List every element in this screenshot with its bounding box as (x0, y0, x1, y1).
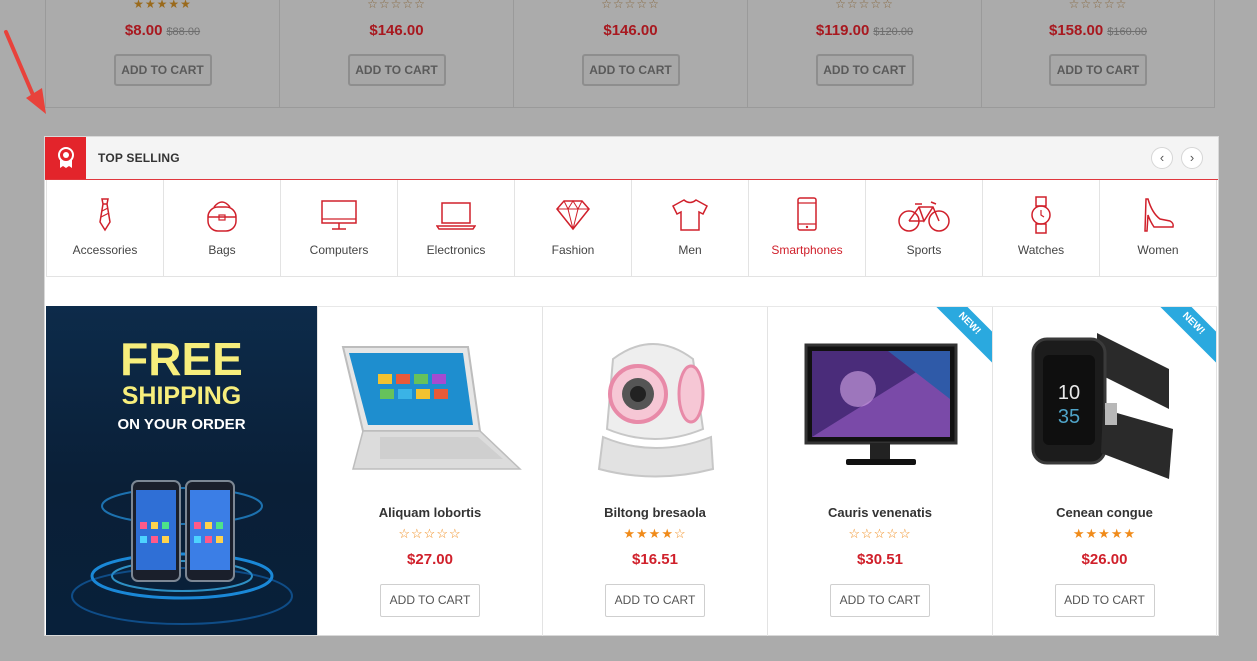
top-product-card: ★★★★★ $8.00 $88.00 ADD TO CART (45, 0, 279, 108)
category-tabs: Accessories Bags Computers Electronics F… (46, 180, 1217, 277)
tie-icon (99, 198, 111, 232)
smartwatch-product-image[interactable]: 10 35 (993, 319, 1217, 489)
price: $119.00 $120.00 (748, 22, 981, 39)
old-price: $160.00 (1107, 26, 1147, 38)
category-tab-bags[interactable]: Bags (164, 180, 281, 276)
category-label: Accessories (72, 243, 138, 257)
price: $146.00 (514, 22, 747, 39)
category-tab-watches[interactable]: Watches (983, 180, 1100, 276)
price: $146.00 (280, 22, 513, 39)
category-label: Electronics (426, 243, 486, 257)
category-label: Smartphones (771, 243, 843, 257)
product-price: $30.51 (857, 551, 903, 568)
add-to-cart-button[interactable]: ADD TO CART (380, 584, 480, 617)
annotation-arrow-icon (4, 30, 46, 114)
current-price: $146.00 (603, 22, 658, 39)
category-label: Men (678, 243, 702, 257)
banner-subheadline: SHIPPING (121, 382, 242, 410)
category-label: Sports (906, 243, 942, 257)
add-to-cart-button[interactable]: ADD TO CART (1049, 54, 1147, 86)
product-name[interactable]: Biltong bresaola (543, 505, 767, 520)
top-product-card: ☆☆☆☆☆ $119.00 $120.00 ADD TO CART (747, 0, 981, 108)
top-selling-module: TOP SELLING ‹ › Accessories Bags Compute… (44, 136, 1219, 636)
price: $8.00 $88.00 (46, 22, 279, 39)
add-to-cart-button[interactable]: ADD TO CART (605, 584, 705, 617)
category-tab-accessories[interactable]: Accessories (46, 180, 164, 276)
top-product-card: ☆☆☆☆☆ $146.00 ADD TO CART (513, 0, 747, 108)
rating-stars: ★★★★★ (1072, 526, 1137, 541)
smartphones-hologram-image (71, 480, 293, 625)
laptop-product-image[interactable] (318, 319, 542, 489)
product-name[interactable]: Cauris venenatis (768, 505, 992, 520)
diamond-icon (556, 200, 590, 231)
banner-headline: FREE (120, 333, 243, 385)
category-label: Bags (208, 243, 236, 257)
next-arrow-button[interactable]: › (1181, 147, 1203, 169)
top-product-card: ☆☆☆☆☆ $158.00 $160.00 ADD TO CART (981, 0, 1215, 108)
rating-stars: ★★★★★ (133, 0, 192, 11)
product-price: $27.00 (407, 551, 453, 568)
category-tab-women[interactable]: Women (1100, 180, 1217, 276)
old-price: $120.00 (873, 26, 914, 38)
rating-stars: ☆☆☆☆☆ (835, 0, 894, 11)
watch-minute-text: 35 (1058, 406, 1080, 428)
top-product-card: ☆☆☆☆☆ $146.00 ADD TO CART (279, 0, 513, 108)
product-grid: Aliquam lobortis ☆☆☆☆☆ $27.00 ADD TO CAR… (317, 306, 1217, 636)
banner-tagline: ON YOUR ORDER (117, 416, 246, 433)
watch-hour-text: 10 (1058, 382, 1080, 404)
prev-arrow-button[interactable]: ‹ (1151, 147, 1173, 169)
camera-product-image[interactable] (543, 319, 767, 489)
add-to-cart-button[interactable]: ADD TO CART (815, 54, 914, 86)
category-tab-sports[interactable]: Sports (866, 180, 983, 276)
bicycle-icon (898, 201, 950, 232)
current-price: $158.00 (1049, 22, 1104, 39)
current-price: $146.00 (369, 22, 424, 39)
add-to-cart-button[interactable]: ADD TO CART (113, 54, 212, 86)
rating-stars: ☆☆☆☆☆ (398, 526, 462, 541)
price: $158.00 $160.00 (982, 22, 1214, 39)
category-tab-men[interactable]: Men (632, 180, 749, 276)
category-label: Watches (1017, 243, 1065, 257)
add-to-cart-button[interactable]: ADD TO CART (347, 54, 446, 86)
category-label: Women (1137, 243, 1179, 257)
module-header: TOP SELLING ‹ › (45, 137, 1218, 180)
add-to-cart-button[interactable]: ADD TO CART (1054, 584, 1155, 617)
category-tab-smartphones[interactable]: Smartphones (749, 180, 866, 276)
bag-icon (207, 201, 237, 232)
tshirt-icon (672, 199, 708, 231)
product-price: $16.51 (632, 551, 678, 568)
product-name[interactable]: Aliquam lobortis (318, 505, 542, 520)
free-shipping-banner[interactable]: FREE SHIPPING ON YOUR ORDER (46, 306, 317, 635)
old-price: $88.00 (166, 26, 201, 38)
product-name[interactable]: Cenean congue (993, 505, 1216, 520)
monitor-product-image[interactable] (768, 319, 992, 489)
smartphone-icon (797, 197, 817, 231)
rating-stars: ★★★★☆ (623, 526, 687, 541)
monitor-icon (321, 200, 357, 230)
current-price: $8.00 (124, 22, 163, 39)
add-to-cart-button[interactable]: ADD TO CART (581, 54, 680, 86)
add-to-cart-button[interactable]: ADD TO CART (830, 584, 930, 617)
rating-stars: ☆☆☆☆☆ (601, 0, 660, 11)
product-card: NEW! 10 35 Cenean congue ★★★★★ $26.00 AD… (992, 307, 1217, 636)
top-product-row: ★★★★★ $8.00 $88.00 ADD TO CART ☆☆☆☆☆ $146… (45, 0, 1215, 108)
rating-stars: ☆☆☆☆☆ (1068, 0, 1128, 11)
current-price: $119.00 (815, 22, 870, 39)
product-price: $26.00 (1081, 551, 1128, 568)
category-label: Fashion (551, 243, 595, 257)
category-label: Computers (309, 243, 369, 257)
award-badge-icon (45, 137, 86, 179)
high-heel-icon (1144, 198, 1174, 232)
category-tab-electronics[interactable]: Electronics (398, 180, 515, 276)
rating-stars: ☆☆☆☆☆ (848, 526, 912, 541)
laptop-icon (436, 202, 476, 230)
rating-stars: ☆☆☆☆☆ (367, 0, 426, 11)
product-card: Biltong bresaola ★★★★☆ $16.51 ADD TO CAR… (542, 307, 767, 636)
module-title: TOP SELLING (98, 151, 180, 165)
product-card: NEW! Cauris venenatis ☆☆☆☆☆ $30.51 ADD T… (767, 307, 992, 636)
category-tab-fashion[interactable]: Fashion (515, 180, 632, 276)
watch-icon (1031, 196, 1051, 234)
category-tab-computers[interactable]: Computers (281, 180, 398, 276)
product-card: Aliquam lobortis ☆☆☆☆☆ $27.00 ADD TO CAR… (317, 307, 542, 636)
